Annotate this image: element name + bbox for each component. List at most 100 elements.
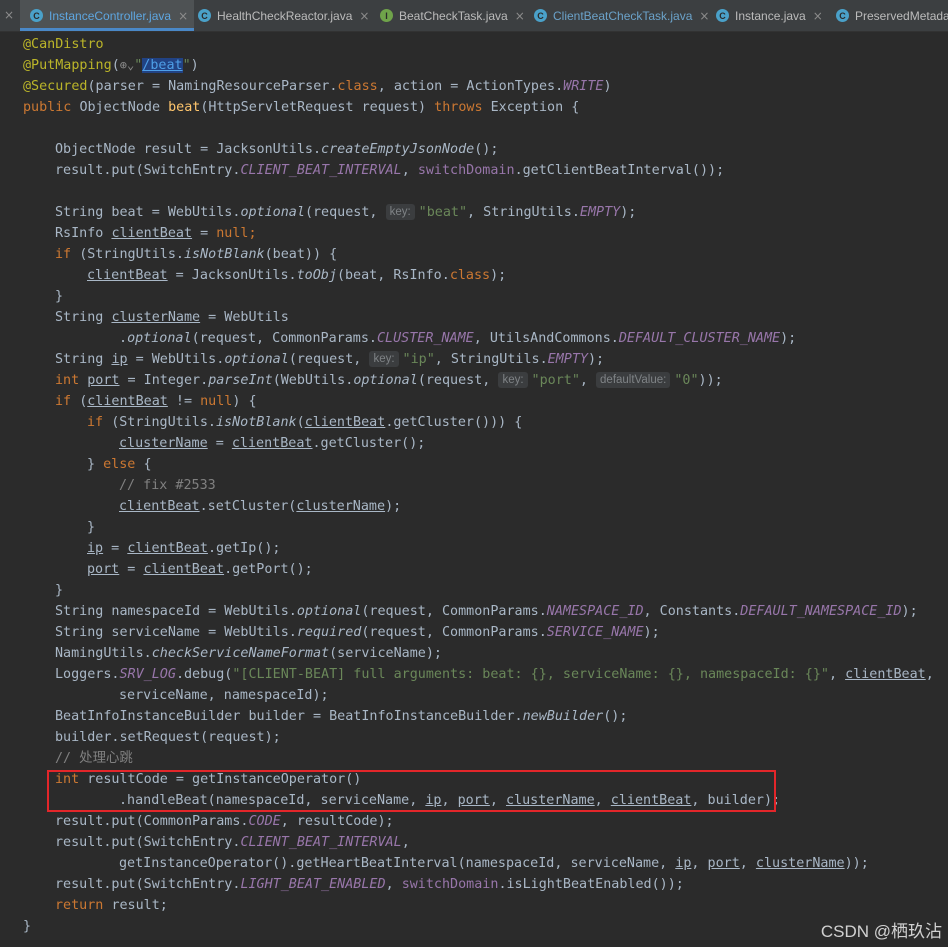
variable: ip bbox=[675, 856, 692, 871]
tab-instance[interactable]: C Instance.java × bbox=[710, 0, 829, 31]
code-token: optional bbox=[224, 352, 289, 367]
code-token: (request, CommonParams. bbox=[361, 604, 547, 619]
code-line: RsInfo clientBeat = null; bbox=[55, 223, 257, 244]
code-line: } bbox=[87, 517, 95, 538]
code-token: ); bbox=[780, 331, 797, 346]
constant: WRITE bbox=[563, 79, 604, 94]
code-token: } bbox=[55, 583, 64, 598]
code-line: ObjectNode result = JacksonUtils.createE… bbox=[55, 139, 498, 160]
code-token: .getIp(); bbox=[207, 541, 281, 556]
code-token: )); bbox=[698, 373, 723, 388]
code-token: } bbox=[87, 457, 104, 472]
code-token: (request, CommonParams. bbox=[191, 331, 377, 346]
code-token: . bbox=[119, 331, 128, 346]
code-token: ); bbox=[385, 499, 402, 514]
keyword: if bbox=[87, 415, 112, 430]
code-line: clientBeat = JacksonUtils.toObj(beat, Rs… bbox=[87, 265, 506, 286]
code-line: String beat = WebUtils.optional(request,… bbox=[55, 202, 636, 223]
code-token: , bbox=[925, 667, 934, 682]
code-token: ); bbox=[901, 604, 918, 619]
code-token: (beat, RsInfo. bbox=[336, 268, 450, 283]
constant: DEFAULT_NAMESPACE_ID bbox=[740, 604, 902, 619]
tab-label: HealthCheckReactor.java bbox=[217, 8, 353, 23]
field: switchDomain bbox=[417, 163, 515, 178]
keyword: if bbox=[55, 394, 80, 409]
code-token: = bbox=[103, 541, 128, 556]
code-token: .getClientBeatInterval()); bbox=[514, 163, 725, 178]
code-token: optional bbox=[240, 205, 305, 220]
globe-icon[interactable]: ⊕⌄ bbox=[120, 55, 134, 76]
annotation: @CanDistro bbox=[23, 37, 104, 52]
tab-instance-controller[interactable]: C InstanceController.java × bbox=[20, 0, 195, 31]
code-token: , bbox=[828, 667, 846, 682]
code-token: { bbox=[143, 457, 152, 472]
code-token: ; bbox=[248, 226, 257, 241]
string-literal: "[CLIENT-BEAT] full arguments: beat: {},… bbox=[232, 667, 829, 682]
code-token: (parser = NamingResourceParser. bbox=[87, 79, 338, 94]
constant: DEFAULT_CLUSTER_NAME bbox=[618, 331, 781, 346]
code-token: , bbox=[385, 877, 402, 892]
code-line: ip = clientBeat.getIp(); bbox=[87, 538, 281, 559]
code-line: } else { bbox=[87, 454, 152, 475]
code-token: , bbox=[691, 856, 708, 871]
code-token: BeatInfoInstanceBuilder builder = BeatIn… bbox=[55, 709, 523, 724]
code-token: , bbox=[401, 835, 410, 850]
code-token: createEmptyJsonNode bbox=[321, 142, 475, 157]
code-token: } bbox=[23, 919, 32, 934]
constant: NAMESPACE_ID bbox=[546, 604, 644, 619]
code-token: optional bbox=[296, 604, 362, 619]
close-icon[interactable]: × bbox=[699, 9, 709, 23]
variable: clientBeat bbox=[111, 226, 193, 241]
code-line: NamingUtils.checkServiceNameFormat(servi… bbox=[55, 643, 442, 664]
keyword: null bbox=[216, 226, 249, 241]
code-token: RsInfo bbox=[55, 226, 112, 241]
close-icon[interactable]: × bbox=[359, 9, 369, 23]
code-token: ) bbox=[190, 58, 199, 73]
variable: port bbox=[707, 856, 740, 871]
variable: clientBeat bbox=[304, 415, 386, 430]
code-line: @PutMapping(⊕⌄"/beat") bbox=[23, 55, 199, 76]
code-token: (request, CommonParams. bbox=[361, 625, 547, 640]
tab-client-beat-check-task[interactable]: C ClientBeatCheckTask.java × bbox=[528, 0, 715, 31]
variable: ip bbox=[87, 541, 104, 556]
tab-health-check-reactor[interactable]: C HealthCheckReactor.java × bbox=[192, 0, 375, 31]
constant: CLIENT_BEAT_INTERVAL bbox=[240, 835, 402, 850]
url-link[interactable]: /beat bbox=[142, 58, 183, 73]
code-token: = bbox=[119, 562, 144, 577]
close-icon[interactable]: × bbox=[515, 9, 525, 23]
code-line: int port = Integer.parseInt(WebUtils.opt… bbox=[55, 370, 723, 391]
code-line: result.put(SwitchEntry.CLIENT_BEAT_INTER… bbox=[55, 160, 724, 181]
code-token: .getCluster(); bbox=[312, 436, 426, 451]
code-token: ); bbox=[620, 205, 637, 220]
code-token: required bbox=[296, 625, 362, 640]
code-token: result.put(SwitchEntry. bbox=[55, 835, 241, 850]
tab-preserved-metadata[interactable]: C PreservedMetadat bbox=[830, 0, 948, 31]
code-token: (request, bbox=[304, 205, 386, 220]
tab-beat-check-task[interactable]: I BeatCheckTask.java × bbox=[374, 0, 531, 31]
code-line: builder.setRequest(request); bbox=[55, 727, 281, 748]
code-token: } bbox=[87, 520, 96, 535]
code-line: if (StringUtils.isNotBlank(clientBeat.ge… bbox=[87, 412, 522, 433]
close-icon[interactable]: × bbox=[178, 9, 188, 23]
variable: clusterName bbox=[755, 856, 845, 871]
close-icon[interactable]: × bbox=[813, 9, 823, 23]
variable: clientBeat bbox=[845, 667, 926, 682]
code-line: getInstanceOperator().getHeartBeatInterv… bbox=[119, 853, 869, 874]
code-line: clientBeat.setCluster(clusterName); bbox=[119, 496, 401, 517]
code-token: (); bbox=[474, 142, 499, 157]
code-token: = JacksonUtils. bbox=[167, 268, 297, 283]
code-line: String namespaceId = WebUtils.optional(r… bbox=[55, 601, 918, 622]
keyword: class bbox=[449, 268, 491, 283]
code-token: " bbox=[182, 58, 191, 73]
code-line: public ObjectNode beat(HttpServletReques… bbox=[23, 97, 579, 118]
variable: port bbox=[87, 373, 120, 388]
keyword: null bbox=[200, 394, 233, 409]
code-token: .debug( bbox=[175, 667, 233, 682]
code-token: , Constants. bbox=[643, 604, 741, 619]
code-line: result.put(SwitchEntry.CLIENT_BEAT_INTER… bbox=[55, 832, 410, 853]
tab-bar-left-close-icon[interactable]: × bbox=[4, 8, 14, 22]
constant: SERVICE_NAME bbox=[546, 625, 644, 640]
code-token: toObj bbox=[296, 268, 337, 283]
field: switchDomain bbox=[401, 877, 499, 892]
watermark: CSDN @栖玖沾 bbox=[820, 922, 942, 941]
